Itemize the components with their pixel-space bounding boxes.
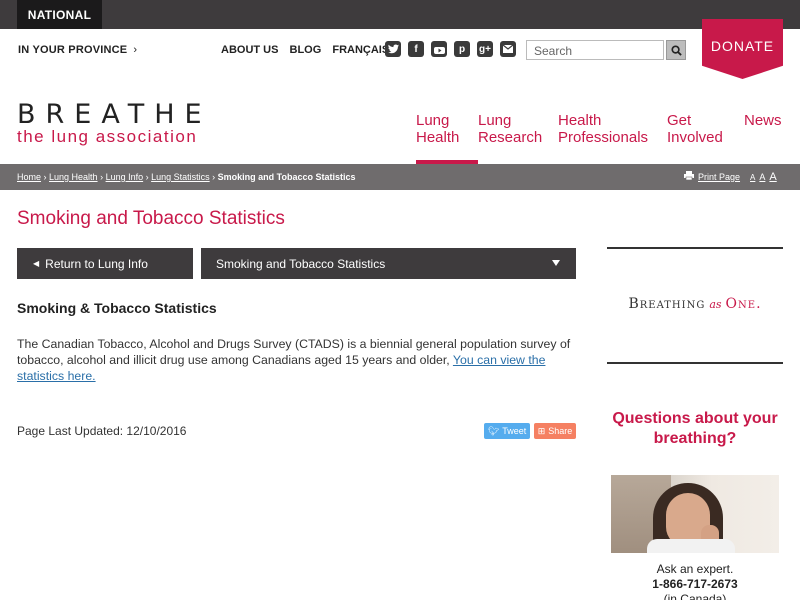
- nav-lung-health-line1: Lung: [416, 112, 450, 129]
- sidebar-divider: [607, 362, 783, 364]
- helpline-note: (in Canada): [663, 592, 727, 600]
- nav-lung-health[interactable]: Lung Health: [416, 112, 478, 164]
- logo-wordmark[interactable]: BREATHE: [17, 99, 212, 130]
- donate-button[interactable]: DONATE: [702, 19, 783, 79]
- breadcrumb-lung-health[interactable]: Lung Health: [49, 172, 98, 182]
- nav-lung-research[interactable]: Lung Research: [478, 112, 558, 146]
- email-icon[interactable]: [500, 41, 516, 57]
- page-tools: Print Page A A A: [684, 171, 777, 183]
- sidebar-divider: [607, 247, 783, 249]
- twitter-icon[interactable]: [385, 41, 401, 57]
- nav-news[interactable]: News: [744, 112, 789, 146]
- caret-down-icon: [552, 260, 560, 266]
- google-plus-icon[interactable]: g+: [477, 41, 493, 57]
- tweet-label: Tweet: [502, 426, 527, 436]
- nav-lung-research-line2: Research: [478, 129, 543, 146]
- font-size-small[interactable]: A: [750, 173, 755, 182]
- section-heading: Smoking & Tobacco Statistics: [17, 300, 217, 316]
- return-label: Return to Lung Info: [45, 256, 148, 271]
- tagline-as: as: [709, 298, 722, 311]
- nav-lung-health-line2: Health: [416, 129, 460, 146]
- share-label: Share: [548, 426, 573, 436]
- page-title: Smoking and Tobacco Statistics: [17, 208, 285, 229]
- blog-link[interactable]: BLOG: [290, 44, 322, 56]
- expert-photo: [611, 475, 779, 553]
- breadcrumb-lung-info[interactable]: Lung Info: [106, 172, 144, 182]
- nav-health-professionals-line2: Professionals: [558, 129, 649, 146]
- francais-link[interactable]: FRANÇAIS: [332, 44, 389, 56]
- logo-subtitle: the lung association: [17, 127, 198, 146]
- share-icon: ⊞: [537, 425, 546, 436]
- print-page-link[interactable]: Print Page: [698, 172, 740, 182]
- utility-links: ABOUT US BLOG FRANÇAIS: [221, 44, 397, 56]
- main-nav: Lung Health Lung Research Health Profess…: [416, 112, 789, 164]
- nav-health-professionals[interactable]: Health Professionals: [558, 112, 667, 146]
- section-dropdown[interactable]: Smoking and Tobacco Statistics: [201, 248, 576, 279]
- search-input[interactable]: Search: [526, 40, 664, 60]
- tagline-part2: One.: [725, 296, 762, 312]
- print-icon[interactable]: [684, 171, 694, 180]
- nav-get-involved[interactable]: Get Involved: [667, 112, 744, 146]
- breadcrumb-home[interactable]: Home: [17, 172, 41, 182]
- nav-news-line1: News: [744, 112, 782, 129]
- province-selector[interactable]: IN YOUR PROVINCE ›: [18, 44, 137, 56]
- ask-expert-block: Ask an expert. 1-866-717-2673 (in Canada…: [607, 562, 783, 600]
- breadcrumb-lung-statistics[interactable]: Lung Statistics: [151, 172, 210, 182]
- tagline-part1: Breathing: [628, 296, 706, 312]
- nav-lung-research-line1: Lung: [478, 112, 512, 129]
- about-us-link[interactable]: ABOUT US: [221, 44, 278, 56]
- nav-get-involved-line1: Get: [667, 112, 692, 129]
- pinterest-icon[interactable]: p: [454, 41, 470, 57]
- facebook-icon[interactable]: f: [408, 41, 424, 57]
- national-tab[interactable]: NATIONAL: [17, 0, 102, 29]
- youtube-icon[interactable]: [431, 41, 447, 57]
- page-updated: Page Last Updated: 12/10/2016: [17, 424, 187, 438]
- helpline-phone[interactable]: 1-866-717-2673: [607, 577, 783, 592]
- caret-left-icon: ◀: [33, 259, 40, 268]
- body-paragraph: The Canadian Tobacco, Alcohol and Drugs …: [17, 336, 577, 384]
- chevron-right-icon: ›: [133, 44, 138, 56]
- twitter-icon: 🐦︎: [487, 425, 500, 436]
- social-links: f p g+: [385, 41, 516, 57]
- top-bar: NATIONAL: [0, 0, 800, 29]
- breadcrumb: Home › Lung Health › Lung Info › Lung St…: [17, 172, 356, 182]
- font-size-large[interactable]: A: [769, 171, 776, 183]
- nav-get-involved-line2: Involved: [667, 129, 723, 146]
- search-button[interactable]: [666, 40, 686, 60]
- search-icon: [670, 44, 682, 56]
- ask-expert-label: Ask an expert.: [656, 562, 734, 576]
- province-label: IN YOUR PROVINCE: [18, 44, 128, 56]
- dropdown-value: Smoking and Tobacco Statistics: [216, 256, 386, 271]
- nav-health-professionals-line1: Health: [558, 112, 602, 129]
- font-size-medium[interactable]: A: [759, 172, 765, 182]
- sidebar-question: Questions about your breathing?: [612, 410, 778, 447]
- return-button[interactable]: ◀ Return to Lung Info: [17, 248, 193, 279]
- breathing-as-one-banner[interactable]: Breathing as One.: [607, 296, 783, 312]
- share-button[interactable]: ⊞ Share: [534, 423, 576, 439]
- breadcrumb-bar: Home › Lung Health › Lung Info › Lung St…: [0, 164, 800, 190]
- breadcrumb-current: Smoking and Tobacco Statistics: [217, 172, 356, 182]
- tweet-button[interactable]: 🐦︎ Tweet: [484, 423, 530, 439]
